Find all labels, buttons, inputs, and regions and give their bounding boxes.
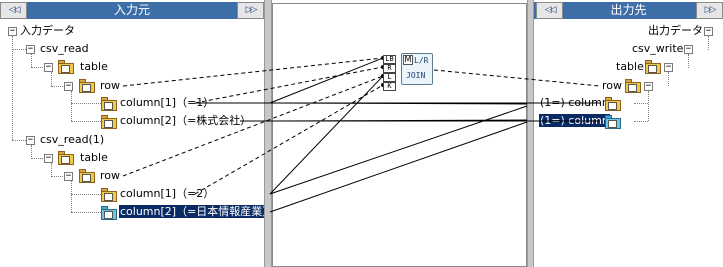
left-splitter[interactable] [264,0,272,267]
root-collapse-toggle[interactable]: − [8,27,17,36]
folder-icon [58,151,74,165]
table-toggle[interactable]: − [44,63,53,72]
tree-node-out-column2-selected[interactable]: (1=) column [539,113,610,129]
out-row-toggle[interactable]: − [644,82,653,91]
folder-icon [101,115,117,129]
tree-node-csv-write[interactable]: csv_write [631,41,684,57]
row-b-toggle[interactable]: − [64,172,73,181]
folder-icon [625,79,641,93]
source-prev-button[interactable]: ◁◁ [0,2,27,19]
selected-folder-icon [101,206,117,220]
tree-root-input-data: 入力データ [20,24,75,37]
output-root-toggle[interactable]: − [704,27,713,36]
mapping-canvas[interactable] [272,3,527,267]
folder-icon [79,169,95,183]
join-node[interactable]: M L/R JOIN [401,53,433,85]
tree-node-column2-b-selected[interactable]: column[2]（=日本情報産業） [119,204,275,220]
tree-node-out-row[interactable]: row [601,78,623,94]
tree-node-column1-b[interactable]: column[1]（=2） [119,186,215,202]
source-next-button[interactable]: ▷▷ [237,2,264,19]
folder-icon [605,97,621,111]
tree-node-csv-read-1[interactable]: csv_read(1) [39,132,105,148]
join-m-label: M [403,55,413,65]
source-panel-title: 入力元 [113,3,150,17]
tree-root-output-data: 出力データ [648,24,703,37]
join-port-k[interactable]: K [383,82,396,91]
folder-icon [101,97,117,111]
target-panel-header: 出力先 ◁◁ ▷▷ [534,2,723,19]
tree-node-table[interactable]: table [79,59,109,75]
source-panel: 入力元 ◁◁ ▷▷ − 入力データ − csv_read − table − r… [0,0,275,267]
tree-node-table-b[interactable]: table [79,150,109,166]
csv-write-toggle[interactable]: − [684,45,693,54]
target-next-button[interactable]: ▷▷ [696,2,723,19]
tree-node-column1[interactable]: column[1]（=1） [119,95,215,111]
target-panel: 出力先 ◁◁ ▷▷ 出力データ − csv_write − table − ro… [534,0,723,267]
row-toggle[interactable]: − [64,82,73,91]
tree-node-row-b[interactable]: row [99,168,121,184]
join-port-lb[interactable]: LB [383,55,396,64]
target-prev-button[interactable]: ◁◁ [536,2,563,19]
right-splitter[interactable] [527,0,534,267]
tree-node-out-column1[interactable]: (1=) column [539,95,610,111]
out-table-toggle[interactable]: − [664,63,673,72]
folder-icon [101,188,117,202]
csv-read1-toggle[interactable]: − [26,136,35,145]
join-port-l[interactable]: L [383,73,396,82]
join-port-r[interactable]: R [383,64,396,73]
tree-node-csv-read[interactable]: csv_read [39,41,90,57]
csv-read-toggle[interactable]: − [26,45,35,54]
folder-icon [58,60,74,74]
join-label: JOIN [406,71,426,80]
table-b-toggle[interactable]: − [44,154,53,163]
selected-folder-icon [605,115,621,129]
join-lr-label: L/R [414,56,429,65]
folder-icon [645,60,661,74]
source-panel-header: 入力元 ◁◁ ▷▷ [0,2,264,19]
folder-icon [79,79,95,93]
tree-node-out-table[interactable]: table [615,59,645,75]
tree-node-row[interactable]: row [99,78,121,94]
tree-node-column2[interactable]: column[2]（=株式会社） [119,113,252,129]
